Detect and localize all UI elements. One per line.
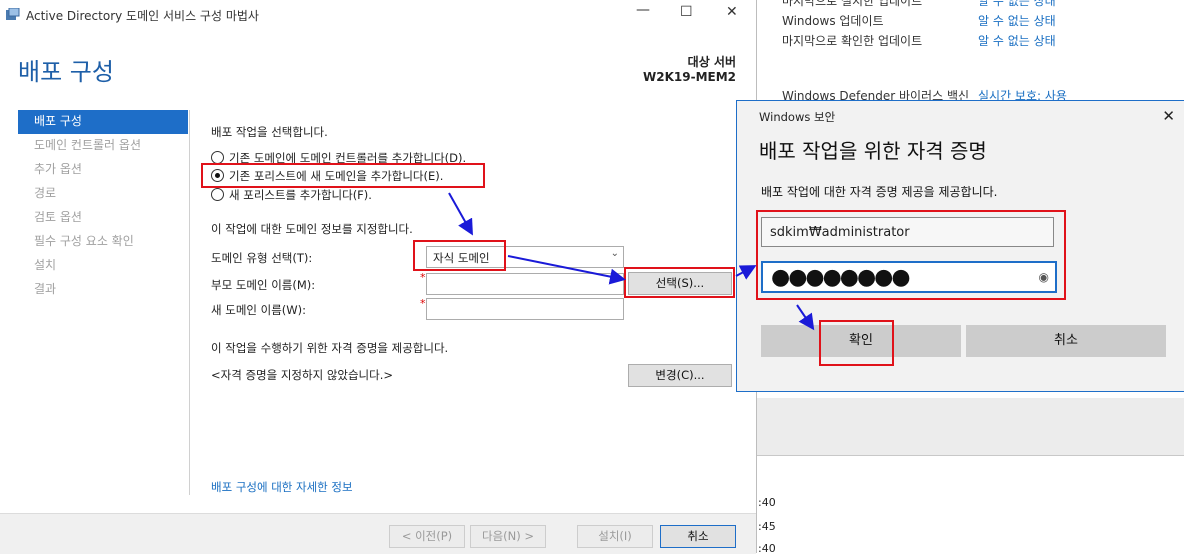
arrow-icon [735,265,757,280]
annotation-arrows [448,192,815,331]
arrow-icon [448,192,473,236]
arrow-icon [507,255,626,285]
arrow-icon [796,304,815,331]
